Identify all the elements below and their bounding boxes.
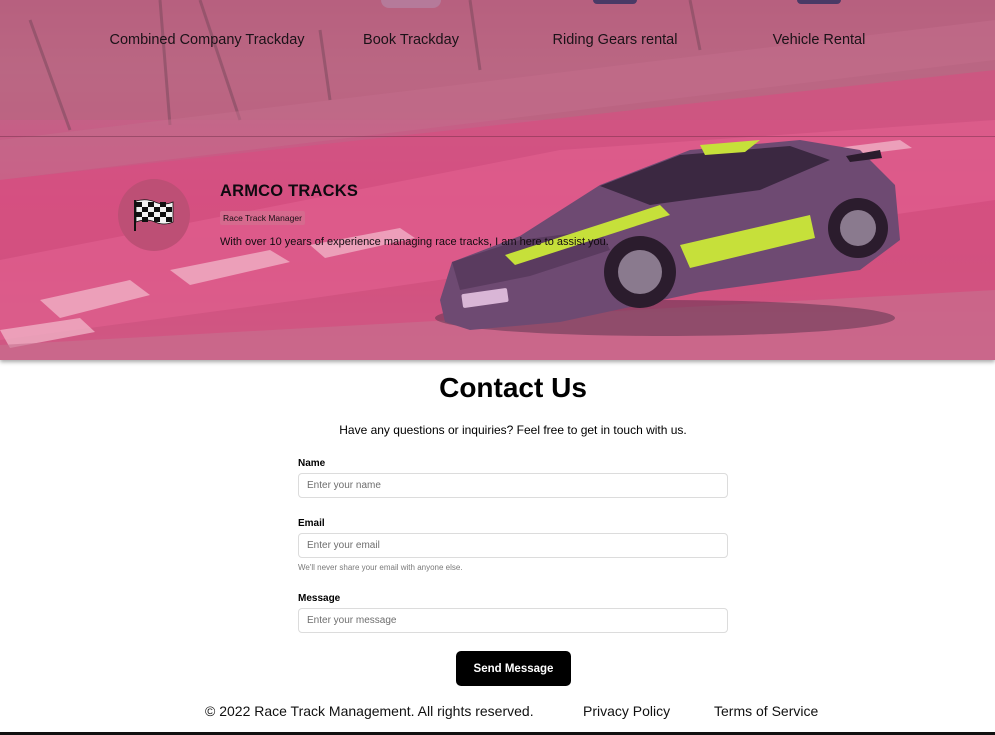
section-divider (0, 136, 995, 137)
copyright-text: © 2022 Race Track Management. All rights… (205, 703, 534, 719)
services-row: Combined Company Trackday Book Trackday … (0, 0, 995, 80)
avatar (118, 179, 190, 251)
footer: © 2022 Race Track Management. All rights… (0, 703, 995, 735)
email-label: Email (298, 518, 325, 529)
email-help-text: We'll never share your email with anyone… (298, 563, 463, 572)
service-label: Vehicle Rental (772, 32, 866, 48)
profile-bio: With over 10 years of experience managin… (220, 236, 609, 248)
checkered-flag-icon (134, 199, 174, 231)
email-field[interactable] (298, 533, 728, 558)
service-icon (593, 0, 637, 4)
contact-subtitle: Have any questions or inquiries? Feel fr… (339, 423, 687, 437)
message-label: Message (298, 593, 341, 604)
service-label: Book Trackday (363, 32, 459, 48)
service-label: Riding Gears rental (552, 32, 678, 48)
service-combined-trackday[interactable]: Combined Company Trackday (107, 30, 307, 50)
send-message-button[interactable]: Send Message (456, 651, 571, 686)
role-badge: Race Track Manager (220, 211, 305, 225)
service-icon (381, 0, 441, 8)
name-label: Name (298, 458, 326, 469)
privacy-policy-link[interactable]: Privacy Policy (583, 703, 670, 719)
service-label: Combined Company Trackday (109, 32, 305, 48)
service-riding-gears[interactable]: Riding Gears rental (515, 0, 715, 50)
service-book-trackday[interactable]: Book Trackday (311, 0, 511, 50)
service-icon (177, 0, 237, 8)
profile-name: ARMCO TRACKS (220, 182, 359, 200)
name-field[interactable] (298, 473, 728, 498)
message-field[interactable] (298, 608, 728, 633)
hero-banner: Combined Company Trackday Book Trackday … (0, 0, 995, 360)
service-vehicle-rental[interactable]: Vehicle Rental (719, 0, 919, 50)
terms-of-service-link[interactable]: Terms of Service (714, 703, 818, 719)
service-icon (797, 0, 841, 4)
contact-title: Contact Us (439, 372, 587, 403)
